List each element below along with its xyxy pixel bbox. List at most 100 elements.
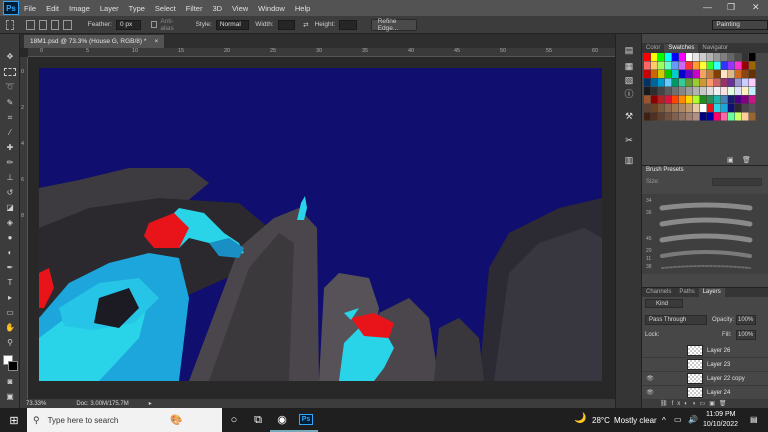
swatch-cell[interactable]: [665, 78, 672, 87]
layer-row[interactable]: 👁 Layer 24: [642, 386, 768, 400]
swatch-cell[interactable]: [714, 61, 721, 70]
height-input[interactable]: [339, 19, 357, 30]
swatch-cell[interactable]: [693, 95, 700, 104]
swatch-cell[interactable]: [728, 61, 735, 70]
menu-edit[interactable]: Edit: [41, 4, 64, 13]
swatch-cell[interactable]: [749, 95, 756, 104]
swatch-cell[interactable]: [735, 104, 742, 112]
tab-paths[interactable]: Paths: [675, 288, 698, 297]
visibility-toggle-icon[interactable]: [645, 360, 655, 370]
refine-edge-button[interactable]: Refine Edge...: [370, 18, 418, 32]
swatch-cell[interactable]: [721, 112, 728, 121]
paint-bucket-icon[interactable]: ◈: [4, 218, 16, 228]
swatch-cell[interactable]: [742, 87, 749, 95]
swatch-cell[interactable]: [658, 112, 665, 121]
task-view-icon[interactable]: ⧉: [246, 408, 270, 432]
new-selection-icon[interactable]: [26, 19, 35, 30]
swatch-cell[interactable]: [735, 70, 742, 78]
swatch-cell[interactable]: [672, 112, 679, 121]
background-color-swatch[interactable]: [8, 361, 18, 371]
zoom-level[interactable]: 73.33%: [26, 401, 46, 407]
eye-icon[interactable]: 👁: [645, 388, 655, 398]
lasso-tool-icon[interactable]: ➰: [4, 82, 16, 92]
swatch-cell[interactable]: [749, 87, 756, 95]
swatch-cell[interactable]: [658, 104, 665, 112]
swatch-cell[interactable]: [721, 53, 728, 61]
swatch-cell[interactable]: [721, 95, 728, 104]
menu-3d[interactable]: 3D: [207, 4, 227, 13]
screen-mode-icon[interactable]: ▣: [4, 392, 16, 402]
swatch-cell[interactable]: [679, 78, 686, 87]
swatch-cell[interactable]: [665, 53, 672, 61]
new-swatch-icon[interactable]: ▣: [727, 156, 734, 164]
clone-source-icon[interactable]: ▥: [623, 154, 635, 166]
delete-swatch-icon[interactable]: 🗑: [742, 156, 751, 164]
swatch-cell[interactable]: [658, 95, 665, 104]
swatch-cell[interactable]: [749, 70, 756, 78]
swatch-cell[interactable]: [728, 78, 735, 87]
tab-swatches[interactable]: Swatches: [664, 44, 699, 53]
weather-icon[interactable]: 🌙: [574, 413, 586, 424]
swatch-cell[interactable]: [665, 70, 672, 78]
cortana-icon[interactable]: ○: [222, 408, 246, 432]
swap-icon[interactable]: ⇄: [303, 21, 308, 29]
move-tool-icon[interactable]: ✥: [4, 52, 16, 62]
swatch-cell[interactable]: [707, 95, 714, 104]
swatch-cell[interactable]: [679, 112, 686, 121]
workspace-select[interactable]: Painting: [712, 19, 768, 30]
taskbar-search[interactable]: ⚲ Type here to search 🎨: [27, 408, 222, 432]
swatch-cell[interactable]: [686, 70, 693, 78]
tab-channels[interactable]: Channels: [642, 288, 675, 297]
feather-input[interactable]: 0 px: [115, 19, 142, 30]
swatch-cell[interactable]: [735, 112, 742, 121]
swatch-cell[interactable]: [728, 112, 735, 121]
swatch-cell[interactable]: [735, 87, 742, 95]
visibility-toggle-icon[interactable]: [645, 346, 655, 356]
swatch-cell[interactable]: [742, 53, 749, 61]
swatch-cell[interactable]: [714, 78, 721, 87]
swatch-cell[interactable]: [707, 87, 714, 95]
layer-row[interactable]: Layer 26: [642, 344, 768, 358]
swatch-cell[interactable]: [658, 78, 665, 87]
swatch-cell[interactable]: [658, 87, 665, 95]
workspace-area[interactable]: [28, 57, 615, 399]
swatch-cell[interactable]: [665, 87, 672, 95]
swatch-cell[interactable]: [707, 61, 714, 70]
swatch-cell[interactable]: [693, 53, 700, 61]
swatch-cell[interactable]: [679, 70, 686, 78]
opacity-input[interactable]: 100%: [736, 315, 756, 325]
swatch-cell[interactable]: [686, 61, 693, 70]
healing-brush-icon[interactable]: ✚: [4, 143, 16, 153]
menu-type[interactable]: Type: [124, 4, 150, 13]
network-icon[interactable]: ▭: [674, 415, 682, 424]
swatch-cell[interactable]: [742, 61, 749, 70]
swatch-cell[interactable]: [672, 78, 679, 87]
swatch-cell[interactable]: [686, 104, 693, 112]
layer-row[interactable]: 👁 Layer 22 copy: [642, 372, 768, 386]
swatch-cell[interactable]: [644, 104, 651, 112]
layer-row[interactable]: Layer 23: [642, 358, 768, 372]
swatch-cell[interactable]: [644, 70, 651, 78]
swatch-cell[interactable]: [714, 95, 721, 104]
swatch-cell[interactable]: [714, 70, 721, 78]
tab-navigator[interactable]: Navigator: [698, 44, 732, 53]
swatch-cell[interactable]: [679, 95, 686, 104]
quick-select-icon[interactable]: ✎: [4, 98, 16, 108]
swatch-cell[interactable]: [651, 53, 658, 61]
swatch-cell[interactable]: [721, 70, 728, 78]
add-selection-icon[interactable]: [38, 19, 48, 30]
swatch-cell[interactable]: [665, 112, 672, 121]
marquee-tool-icon[interactable]: [4, 68, 16, 76]
tab-color[interactable]: Color: [642, 44, 664, 53]
swatch-cell[interactable]: [721, 78, 728, 87]
swatch-cell[interactable]: [693, 61, 700, 70]
shape-tool-icon[interactable]: ▭: [4, 308, 16, 318]
swatch-cell[interactable]: [679, 61, 686, 70]
layers-footer-icons[interactable]: ⛓fx◐◑▭▣🗑: [642, 400, 768, 408]
blend-mode-select[interactable]: Pass Through: [645, 315, 707, 325]
pen-tool-icon[interactable]: ✒: [4, 263, 16, 273]
document-tab-close[interactable]: ×: [154, 38, 158, 45]
swatch-cell[interactable]: [686, 112, 693, 121]
document-canvas[interactable]: [39, 68, 602, 381]
document-tab[interactable]: 18M1.psd @ 73.3% (House G, RGB/8) * ×: [24, 35, 165, 48]
